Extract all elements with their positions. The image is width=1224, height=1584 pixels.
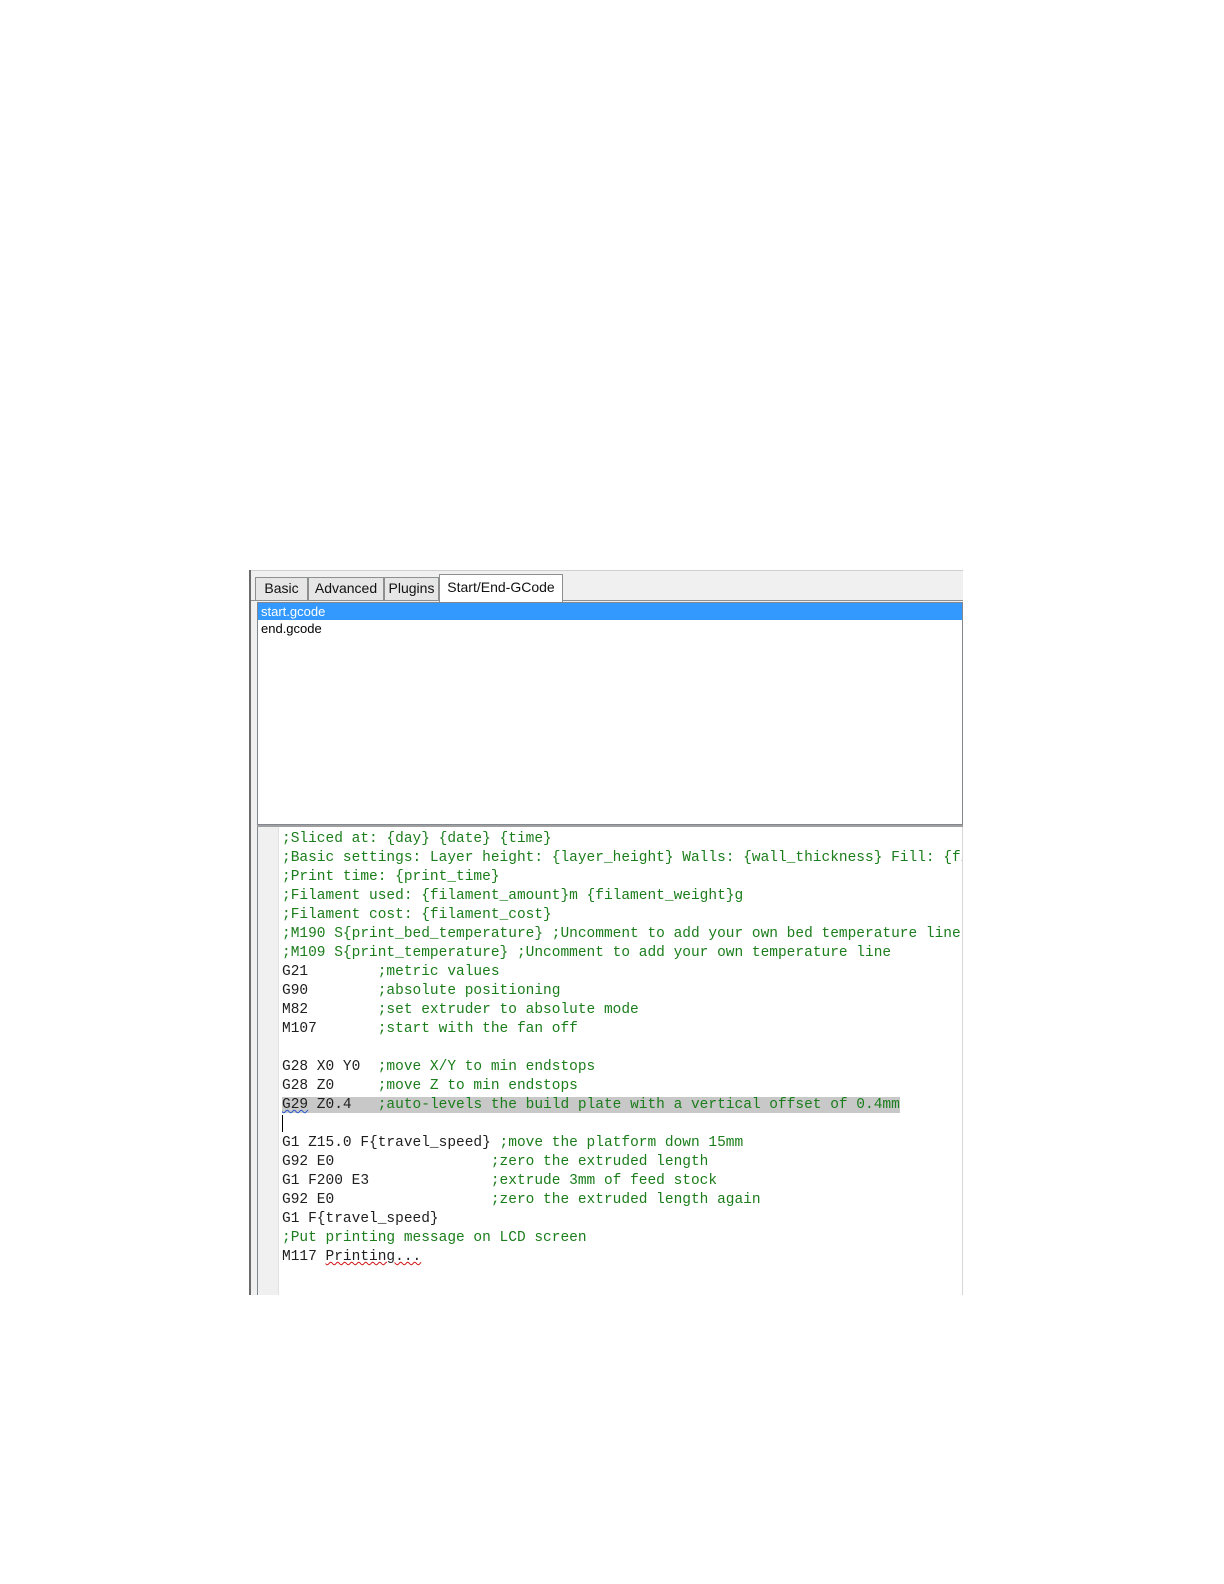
code-line-content: G1 F200 E3 ;extrude 3mm of feed stock xyxy=(282,1173,717,1189)
code-comment: ;Put printing message on LCD screen xyxy=(282,1230,587,1246)
code-comment: ;zero the extruded length xyxy=(490,1154,709,1170)
code-line: G1 Z15.0 F{travel_speed} ;move the platf… xyxy=(282,1134,962,1153)
file-item-end-gcode[interactable]: end.gcode xyxy=(258,620,962,637)
highlighted-selection: G29 Z0.4 ;auto-levels the build plate wi… xyxy=(282,1097,900,1113)
code-line: G92 E0 ;zero the extruded length again xyxy=(282,1191,962,1210)
tab-bar: Basic Advanced Plugins Start/End-GCode xyxy=(251,570,963,602)
code-comment: ;Print time: {print_time} xyxy=(282,869,500,885)
gcode-editor[interactable]: ;Sliced at: {day} {date} {time} ;Basic se… xyxy=(257,827,963,1295)
code-comment: ;M109 S{print_temperature} ;Uncomment to… xyxy=(282,945,892,961)
code-line: M82 ;set extruder to absolute mode xyxy=(282,1001,962,1020)
code-line: G1 F{travel_speed} xyxy=(282,1210,962,1229)
code-area[interactable]: ;Sliced at: {day} {date} {time} ;Basic se… xyxy=(282,830,962,1267)
code-line-content: ;Filament cost: {filament_cost} xyxy=(282,907,552,923)
code-line-content: G92 E0 ;zero the extruded length xyxy=(282,1154,708,1170)
code-comment: ;move the platform down 15mm xyxy=(499,1135,744,1151)
code-command: M82 xyxy=(282,1002,378,1018)
tab-plugins[interactable]: Plugins xyxy=(384,577,439,600)
code-comment: ;Basic settings: Layer height: {layer_he… xyxy=(282,850,962,866)
code-line-content: ;Filament used: {filament_amount}m {fila… xyxy=(282,888,743,904)
code-line: G1 F200 E3 ;extrude 3mm of feed stock xyxy=(282,1172,962,1191)
code-command: G29 Z0.4 xyxy=(282,1097,378,1113)
code-line: ;M109 S{print_temperature} ;Uncomment to… xyxy=(282,944,962,963)
code-command: G21 xyxy=(282,964,378,980)
code-line-content: M117 Printing... xyxy=(282,1249,421,1265)
code-line: ;Basic settings: Layer height: {layer_he… xyxy=(282,849,962,868)
code-line-content: G28 Z0 ;move Z to min endstops xyxy=(282,1078,578,1094)
code-line-content: ;M190 S{print_bed_temperature} ;Uncommen… xyxy=(282,926,961,942)
code-line: M117 Printing... xyxy=(282,1248,962,1267)
code-line: G29 Z0.4 ;auto-levels the build plate wi… xyxy=(282,1096,962,1115)
code-command: G92 E0 xyxy=(282,1154,491,1170)
tab-advanced[interactable]: Advanced xyxy=(308,577,384,600)
code-command: G28 X0 Y0 xyxy=(282,1059,378,1075)
code-line: G92 E0 ;zero the extruded length xyxy=(282,1153,962,1172)
code-line: G90 ;absolute positioning xyxy=(282,982,962,1001)
code-comment: ;set extruder to absolute mode xyxy=(377,1002,639,1018)
code-line: G28 Z0 ;move Z to min endstops xyxy=(282,1077,962,1096)
gcode-settings-window: Basic Advanced Plugins Start/End-GCode s… xyxy=(249,570,963,1295)
code-comment: ;extrude 3mm of feed stock xyxy=(490,1173,718,1189)
code-comment: ;auto-levels the build plate with a vert… xyxy=(377,1097,900,1113)
code-line-content: ;Print time: {print_time} xyxy=(282,869,500,885)
spell-check-mark: G29 xyxy=(282,1097,309,1113)
code-comment: ;move X/Y to min endstops xyxy=(377,1059,596,1075)
code-line-content: G28 X0 Y0 ;move X/Y to min endstops xyxy=(282,1059,595,1075)
code-comment: ;absolute positioning xyxy=(377,983,561,999)
code-line-content: G1 F{travel_speed} xyxy=(282,1211,439,1227)
file-item-start-gcode[interactable]: start.gcode xyxy=(258,603,962,620)
code-comment: ;M190 S{print_bed_temperature} ;Uncommen… xyxy=(282,926,961,942)
code-line-content: ;Put printing message on LCD screen xyxy=(282,1230,587,1246)
code-line-content: G21 ;metric values xyxy=(282,964,500,980)
code-line xyxy=(282,1115,962,1134)
code-command: G90 xyxy=(282,983,378,999)
code-line: M107 ;start with the fan off xyxy=(282,1020,962,1039)
code-line: G21 ;metric values xyxy=(282,963,962,982)
code-line-content: G1 Z15.0 F{travel_speed} ;move the platf… xyxy=(282,1135,743,1151)
code-line: G28 X0 Y0 ;move X/Y to min endstops xyxy=(282,1058,962,1077)
code-command: G1 F200 E3 xyxy=(282,1173,491,1189)
code-line-content: ;Sliced at: {day} {date} {time} xyxy=(282,831,552,847)
code-command: M117 Printing... xyxy=(282,1249,422,1265)
text-caret xyxy=(282,1115,283,1132)
code-line: ;M190 S{print_bed_temperature} ;Uncommen… xyxy=(282,925,962,944)
code-line: ;Sliced at: {day} {date} {time} xyxy=(282,830,962,849)
code-line-content: G92 E0 ;zero the extruded length again xyxy=(282,1192,761,1208)
code-comment: ;Filament cost: {filament_cost} xyxy=(282,907,552,923)
code-comment: ;start with the fan off xyxy=(377,1021,578,1037)
code-line-content: ;M109 S{print_temperature} ;Uncomment to… xyxy=(282,945,891,961)
code-line: ;Put printing message on LCD screen xyxy=(282,1229,962,1248)
tab-start-end-gcode[interactable]: Start/End-GCode xyxy=(439,574,563,602)
code-command: M107 xyxy=(282,1021,378,1037)
code-line: ;Filament used: {filament_amount}m {fila… xyxy=(282,887,962,906)
code-line-content: ;Basic settings: Layer height: {layer_he… xyxy=(282,850,962,866)
code-line: ;Filament cost: {filament_cost} xyxy=(282,906,962,925)
code-command: G1 F{travel_speed} xyxy=(282,1211,439,1227)
code-comment: ;Sliced at: {day} {date} {time} xyxy=(282,831,552,847)
editor-gutter xyxy=(258,827,279,1295)
code-command: G1 Z15.0 F{travel_speed} xyxy=(282,1135,500,1151)
code-line-content: M82 ;set extruder to absolute mode xyxy=(282,1002,639,1018)
spell-check-mark: Printing... xyxy=(325,1249,422,1265)
gcode-file-list[interactable]: start.gcode end.gcode xyxy=(257,602,963,825)
code-command: G28 Z0 xyxy=(282,1078,378,1094)
code-comment: ;zero the extruded length again xyxy=(490,1192,761,1208)
code-comment: ;Filament used: {filament_amount}m {fila… xyxy=(282,888,744,904)
tab-basic[interactable]: Basic xyxy=(255,577,308,600)
code-comment: ;move Z to min endstops xyxy=(377,1078,578,1094)
code-line: ;Print time: {print_time} xyxy=(282,868,962,887)
code-line-content: G90 ;absolute positioning xyxy=(282,983,560,999)
code-command: G92 E0 xyxy=(282,1192,491,1208)
code-comment: ;metric values xyxy=(377,964,500,980)
code-line-content: M107 ;start with the fan off xyxy=(282,1021,578,1037)
